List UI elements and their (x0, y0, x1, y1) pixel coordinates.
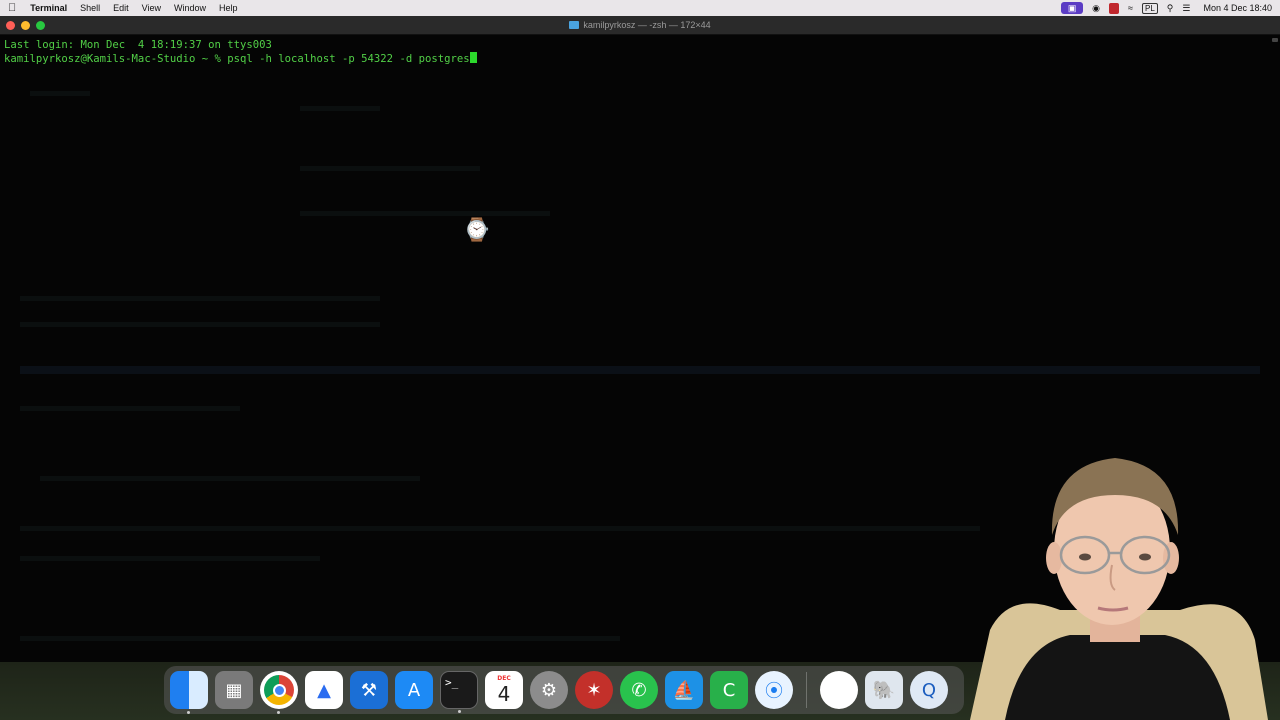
last-login-line: Last login: Mon Dec 4 18:19:37 on ttys00… (4, 39, 272, 51)
red-app-icon[interactable] (1109, 2, 1120, 14)
ghost-line (300, 106, 380, 111)
ghost-line (20, 556, 320, 561)
apple-menu-icon[interactable]:  (8, 2, 16, 14)
close-button[interactable] (6, 21, 15, 30)
menu-help[interactable]: Help (219, 0, 238, 16)
wifi-icon[interactable]: ≈ (1128, 2, 1133, 14)
ghost-line (20, 406, 240, 411)
terminal-glyph: >_ (445, 676, 459, 689)
terminal-output[interactable]: Last login: Mon Dec 4 18:19:37 on ttys00… (4, 38, 1274, 66)
compass-icon[interactable]: ✶ (575, 671, 613, 709)
running-indicator (458, 710, 461, 713)
window-title: kamilpyrkosz — -zsh — 172×44 (569, 20, 711, 30)
text-cursor (469, 52, 477, 63)
calendar-day: 4 (497, 682, 511, 706)
menu-clock[interactable]: Mon 4 Dec 18:40 (1203, 3, 1272, 13)
ghost-line (40, 476, 420, 481)
ghost-line (300, 166, 480, 171)
ghost-line (20, 636, 620, 641)
window-titlebar[interactable]: kamilpyrkosz — -zsh — 172×44 (0, 16, 1280, 35)
keyboard-layout-icon[interactable]: PL (1141, 2, 1158, 14)
ghost-line (30, 91, 90, 96)
screen-record-icon[interactable]: ▣ (1061, 2, 1084, 14)
window-title-text: kamilpyrkosz — -zsh — 172×44 (583, 20, 711, 30)
xcode-icon[interactable]: ⚒ (350, 671, 388, 709)
launchpad-icon[interactable]: ▦ (215, 671, 253, 709)
menu-shell[interactable]: Shell (80, 0, 100, 16)
safari-icon[interactable]: ⦿ (755, 671, 793, 709)
menu-bar:  Terminal Shell Edit View Window Help ▣… (0, 0, 1280, 16)
window-controls (6, 21, 45, 30)
chrome-core (272, 683, 286, 697)
whatsapp-icon[interactable]: ✆ (620, 671, 658, 709)
terminal-icon[interactable]: >_ (440, 671, 478, 713)
webcam-overlay (950, 440, 1280, 720)
chrome-icon[interactable] (820, 671, 858, 709)
presenter-figure (970, 458, 1268, 720)
media-icon[interactable]: ◉ (1092, 2, 1100, 14)
running-indicator (277, 711, 280, 714)
calendar-icon[interactable]: DEC 4 (485, 671, 523, 709)
folder-icon (569, 21, 580, 29)
minimize-button[interactable] (21, 21, 30, 30)
running-indicator (187, 711, 190, 714)
system-settings-icon[interactable]: ⚙ (530, 671, 568, 709)
postgres-icon[interactable]: 🐘 (865, 671, 903, 709)
ghost-line (20, 322, 380, 327)
search-icon[interactable]: ⚲ (1167, 2, 1174, 14)
app-store-icon[interactable]: A (395, 671, 433, 709)
chrome-ring (264, 675, 294, 705)
chrome-icon[interactable] (260, 671, 298, 714)
status-area: ▣ ◉ ≈ PL ⚲ ☰ Mon 4 Dec 18:40 (1061, 2, 1272, 14)
dock: ▦ ▲ ⚒ A >_ DEC 4 ⚙ ✶ ✆ ⛵ C ⦿ 🐘 Q (164, 666, 964, 714)
ghost-line (20, 366, 1260, 374)
ghost-line (20, 526, 980, 531)
quicktime-icon[interactable]: Q (910, 671, 948, 709)
ghost-line (20, 296, 380, 301)
instruments-icon[interactable]: ▲ (305, 671, 343, 709)
shell-prompt: kamilpyrkosz@Kamils-Mac-Studio ~ % (4, 53, 228, 65)
menu-view[interactable]: View (142, 0, 161, 16)
control-center-icon[interactable]: ☰ (1182, 2, 1190, 14)
camtasia-icon[interactable]: C (710, 671, 748, 709)
menu-app-terminal[interactable]: Terminal (30, 0, 67, 16)
dock-separator (806, 672, 807, 708)
zoom-button[interactable] (36, 21, 45, 30)
ibeam-cursor-icon: ⌚ (463, 218, 491, 243)
finder-icon[interactable] (170, 671, 208, 714)
menu-edit[interactable]: Edit (113, 0, 129, 16)
prompt-line[interactable]: kamilpyrkosz@Kamils-Mac-Studio ~ % psql … (4, 52, 1274, 66)
menu-window[interactable]: Window (174, 0, 206, 16)
typed-command: psql -h localhost -p 54322 -d postgres (227, 53, 470, 65)
docker-icon[interactable]: ⛵ (665, 671, 703, 709)
ghost-line (300, 211, 550, 216)
